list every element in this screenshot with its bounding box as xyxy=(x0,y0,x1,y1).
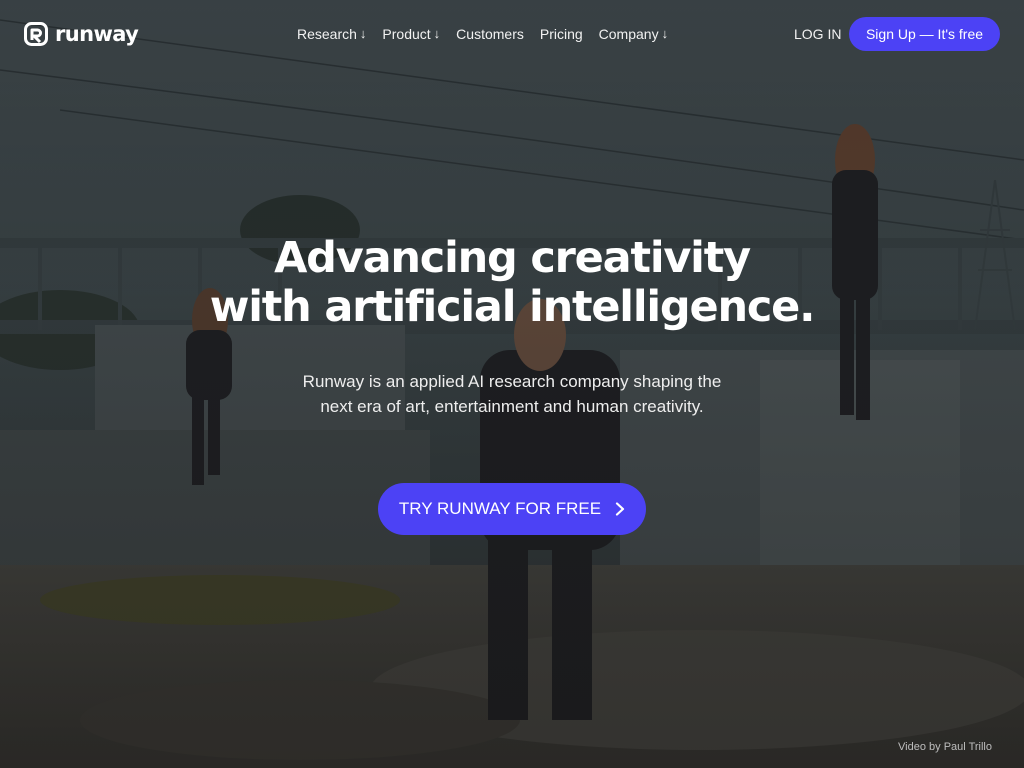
cta-label: TRY RUNWAY FOR FREE xyxy=(398,499,602,518)
nav-item-pricing[interactable]: Pricing xyxy=(540,24,583,44)
nav-item-label: Research xyxy=(297,26,357,42)
nav-item-research[interactable]: Research ↓ xyxy=(297,24,366,44)
nav-item-company[interactable]: Company ↓ xyxy=(599,24,668,44)
hero-subtext: Runway is an applied AI research company… xyxy=(0,369,1024,419)
nav-menu: Research ↓ Product ↓ Customers Pricing C… xyxy=(297,24,684,44)
hero-section: runway Research ↓ Product ↓ Customers Pr… xyxy=(0,0,1024,768)
video-credit: Video by Paul Trillo xyxy=(898,741,992,753)
nav-item-label: Customers xyxy=(456,26,524,42)
subtext-line-2: next era of art, entertainment and human… xyxy=(320,397,704,416)
nav-item-product[interactable]: Product ↓ xyxy=(382,24,440,44)
brand-name: runway xyxy=(55,22,139,46)
arrow-down-icon: ↓ xyxy=(661,26,669,41)
nav-item-customers[interactable]: Customers xyxy=(456,24,524,44)
arrow-down-icon: ↓ xyxy=(359,26,367,41)
headline-line-1: Advancing creativity xyxy=(274,233,751,283)
nav-item-label: Pricing xyxy=(539,26,583,42)
try-runway-button[interactable]: TRY RUNWAY FOR FREE xyxy=(378,483,646,535)
runway-logo-icon xyxy=(24,22,48,46)
subtext-line-1: Runway is an applied AI research company… xyxy=(302,372,722,391)
chevron-right-icon xyxy=(615,502,625,516)
hero-headline: Advancing creativity with artificial int… xyxy=(0,234,1024,332)
signup-button[interactable]: Sign Up — It's free xyxy=(849,17,1000,51)
login-link[interactable]: LOG IN xyxy=(794,24,841,44)
arrow-down-icon: ↓ xyxy=(433,26,441,41)
nav-item-label: Product xyxy=(382,26,431,42)
brand-logo[interactable]: runway xyxy=(24,22,139,46)
nav-item-label: Company xyxy=(598,26,659,42)
top-navigation: runway Research ↓ Product ↓ Customers Pr… xyxy=(0,0,1024,68)
headline-line-2: with artificial intelligence. xyxy=(209,282,816,332)
